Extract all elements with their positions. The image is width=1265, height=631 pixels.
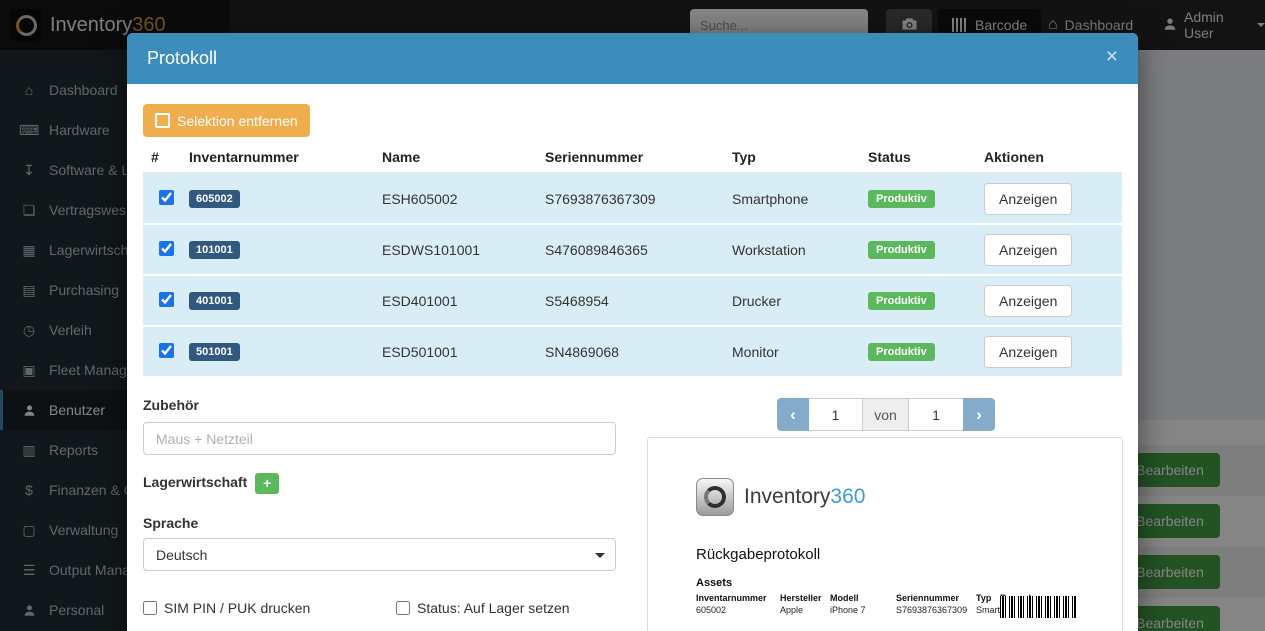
cell-name: ESDWS101001 bbox=[374, 242, 537, 258]
cell-serial: S476089846365 bbox=[537, 242, 724, 258]
inventory-badge: 101001 bbox=[189, 241, 240, 259]
chevron-right-icon[interactable]: › bbox=[963, 398, 995, 431]
preview-title: Rückgabeprotokoll bbox=[696, 546, 820, 563]
add-button[interactable]: + bbox=[255, 473, 279, 494]
inventory-badge: 401001 bbox=[189, 292, 240, 310]
show-button[interactable]: Anzeigen bbox=[984, 183, 1072, 215]
column-header: # bbox=[143, 149, 181, 165]
page-current-input[interactable] bbox=[809, 398, 863, 431]
modal-title: Protokoll bbox=[147, 33, 217, 84]
row-checkbox[interactable] bbox=[159, 190, 174, 205]
cell-serial: S5468954 bbox=[537, 293, 724, 309]
page-separator-label: von bbox=[863, 398, 909, 431]
preview-column-header: Typ bbox=[976, 593, 991, 603]
cell-typ: Monitor bbox=[724, 344, 860, 360]
column-header: Typ bbox=[724, 149, 860, 165]
table-row: 605002 ESH605002 S7693876367309 Smartpho… bbox=[143, 174, 1122, 225]
status-lager-checkbox-row: Status: Auf Lager setzen bbox=[396, 600, 570, 616]
sim-pin-checkbox[interactable] bbox=[143, 601, 157, 615]
column-header: Inventarnummer bbox=[181, 149, 374, 165]
preview-column-header: Hersteller bbox=[780, 593, 822, 603]
table-row: 501001 ESD501001 SN4869068 Monitor Produ… bbox=[143, 327, 1122, 378]
remove-selection-button[interactable]: Selektion entfernen bbox=[143, 104, 310, 137]
page-total-input[interactable] bbox=[909, 398, 963, 431]
status-badge: Produktiv bbox=[868, 343, 935, 361]
cell-typ: Drucker bbox=[724, 293, 860, 309]
cell-typ: Smartphone bbox=[724, 191, 860, 207]
zubehoer-label: Zubehör bbox=[143, 397, 199, 413]
row-checkbox[interactable] bbox=[159, 292, 174, 307]
column-header: Aktionen bbox=[976, 149, 1122, 165]
preview-column-header: Seriennummer bbox=[896, 593, 959, 603]
row-checkbox[interactable] bbox=[159, 241, 174, 256]
chevron-left-icon[interactable]: ‹ bbox=[777, 398, 809, 431]
protokoll-table: # Inventarnummer Name Seriennummer Typ S… bbox=[143, 141, 1122, 378]
lagerwirtschaft-label: Lagerwirtschaft+ bbox=[143, 473, 279, 494]
preview-column-header: Modell bbox=[830, 593, 859, 603]
column-header: Status bbox=[860, 149, 976, 165]
show-button[interactable]: Anzeigen bbox=[984, 285, 1072, 317]
show-button[interactable]: Anzeigen bbox=[984, 336, 1072, 368]
preview-cell: S7693876367309 bbox=[896, 605, 967, 615]
protokoll-modal: Protokoll × Selektion entfernen # Invent… bbox=[127, 33, 1138, 631]
cell-typ: Workstation bbox=[724, 242, 860, 258]
zubehoer-input[interactable] bbox=[143, 422, 616, 455]
status-badge: Produktiv bbox=[868, 292, 935, 310]
table-row: 401001 ESD401001 S5468954 Drucker Produk… bbox=[143, 276, 1122, 327]
close-icon[interactable]: × bbox=[1100, 45, 1124, 68]
status-lager-checkbox[interactable] bbox=[396, 601, 410, 615]
column-header: Seriennummer bbox=[537, 149, 724, 165]
preview-logo: Inventory360 bbox=[696, 478, 865, 516]
inventory-badge: 605002 bbox=[189, 190, 240, 208]
preview-column-header: Inventarnummer bbox=[696, 593, 767, 603]
cell-name: ESD401001 bbox=[374, 293, 537, 309]
status-badge: Produktiv bbox=[868, 241, 935, 259]
cell-name: ESD501001 bbox=[374, 344, 537, 360]
document-preview: Inventory360 Rückgabeprotokoll Assets In… bbox=[647, 437, 1123, 631]
cell-name: ESH605002 bbox=[374, 191, 537, 207]
language-select[interactable]: Deutsch bbox=[143, 538, 616, 571]
cell-serial: S7693876367309 bbox=[537, 191, 724, 207]
preview-cell: Apple bbox=[780, 605, 803, 615]
preview-section-label: Assets bbox=[696, 577, 732, 589]
caret-down-icon bbox=[595, 553, 605, 563]
logo-icon bbox=[696, 478, 734, 516]
show-button[interactable]: Anzeigen bbox=[984, 234, 1072, 266]
checkbox-outline-icon bbox=[155, 113, 170, 128]
sprache-label: Sprache bbox=[143, 515, 198, 531]
cell-serial: SN4869068 bbox=[537, 344, 724, 360]
barcode-image bbox=[1000, 596, 1076, 618]
sim-pin-checkbox-row: SIM PIN / PUK drucken bbox=[143, 600, 310, 616]
app-window: Inventory360 Barcode ⌂ Dashboard Admin U… bbox=[0, 0, 1265, 631]
table-row: 101001 ESDWS101001 S476089846365 Worksta… bbox=[143, 225, 1122, 276]
status-badge: Produktiv bbox=[868, 190, 935, 208]
column-header: Name bbox=[374, 149, 537, 165]
preview-cell: 605002 bbox=[696, 605, 726, 615]
table-header-row: # Inventarnummer Name Seriennummer Typ S… bbox=[143, 141, 1122, 174]
inventory-badge: 501001 bbox=[189, 343, 240, 361]
row-checkbox[interactable] bbox=[159, 343, 174, 358]
pagination: ‹ von › bbox=[777, 398, 995, 431]
modal-header: Protokoll × bbox=[127, 33, 1138, 84]
preview-cell: iPhone 7 bbox=[830, 605, 866, 615]
